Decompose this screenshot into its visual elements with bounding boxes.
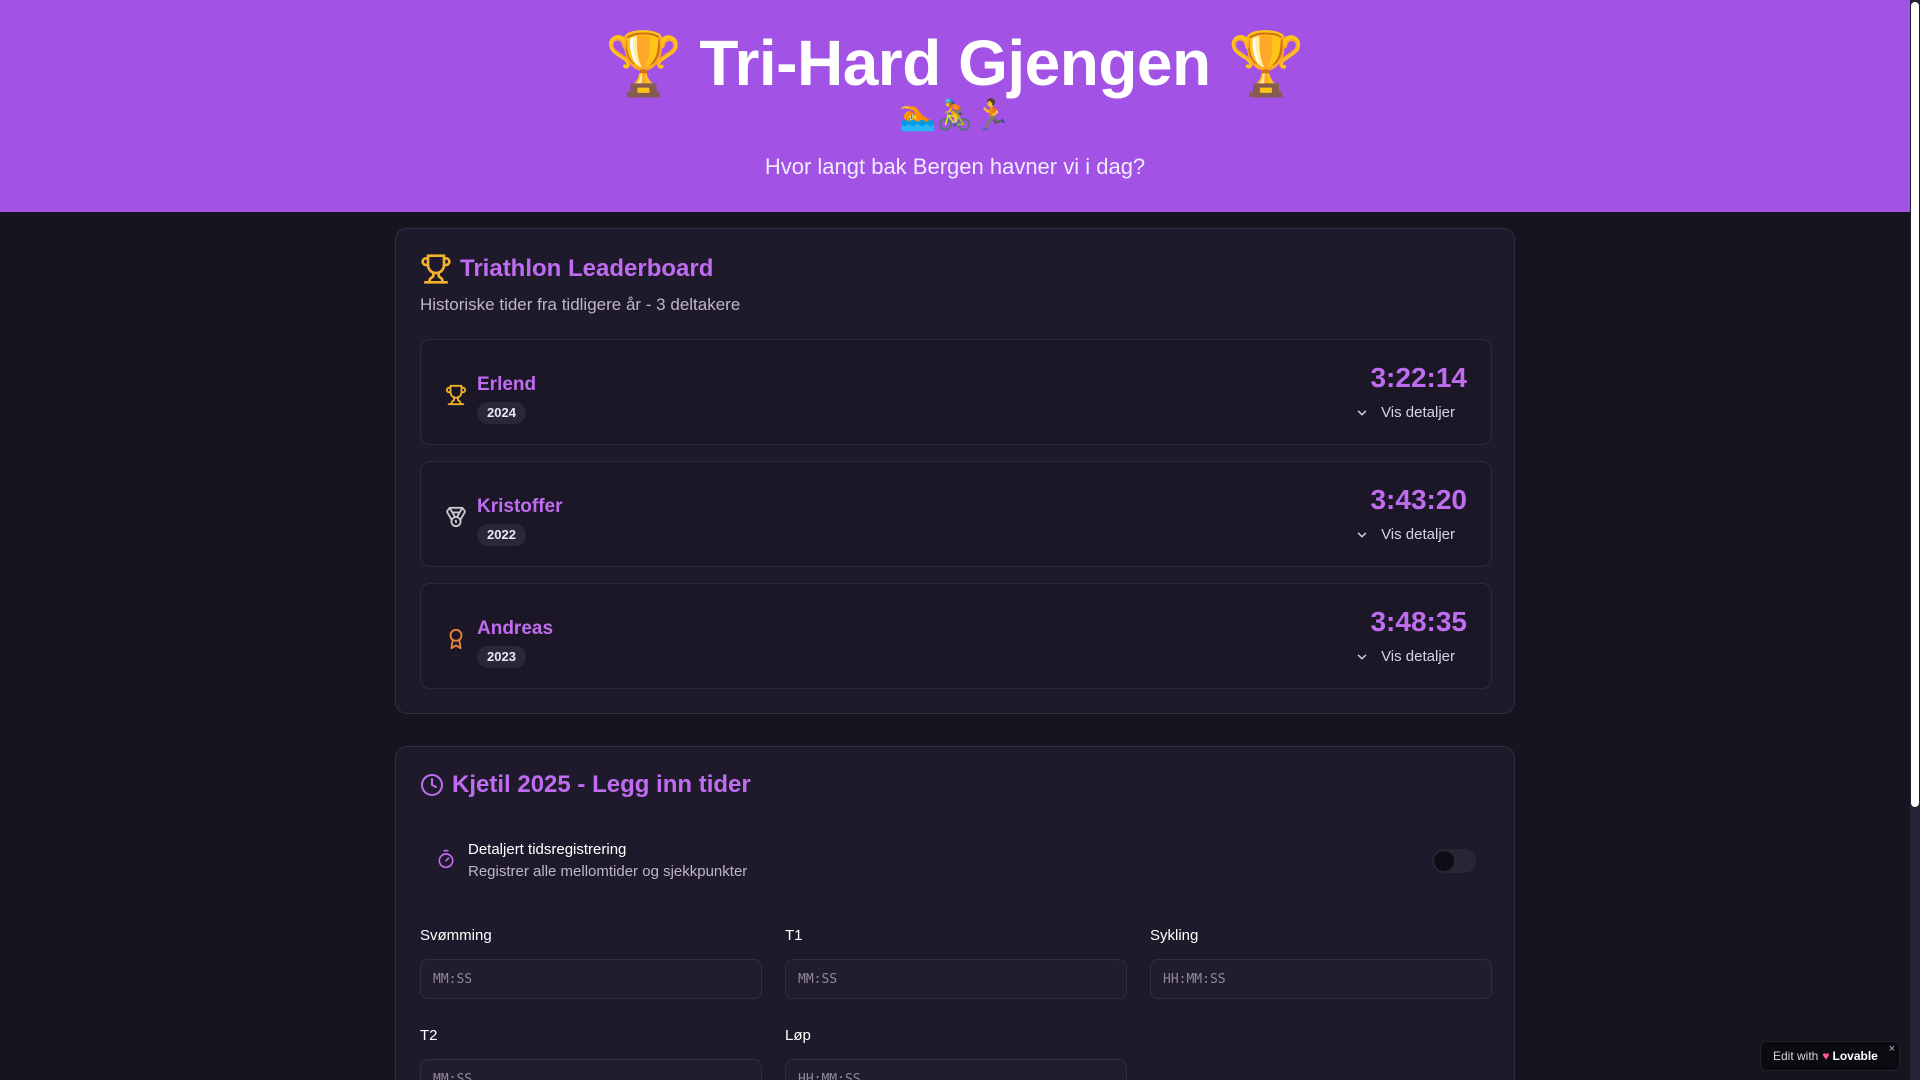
show-details-label: Vis detaljer <box>1381 404 1455 421</box>
swim-label: Svømming <box>420 927 492 944</box>
year-badge: 2024 <box>477 402 526 424</box>
show-details-button[interactable]: Vis detaljer <box>1355 648 1455 665</box>
leaderboard-row: Kristoffer 2022 3:43:20 Vis detaljer <box>420 461 1492 567</box>
close-icon[interactable]: × <box>1889 1043 1895 1055</box>
award-icon <box>449 628 463 650</box>
show-details-label: Vis detaljer <box>1381 526 1455 543</box>
show-details-label: Vis detaljer <box>1381 648 1455 665</box>
hero-title-line: 🏆 Tri-Hard Gjengen 🏆 <box>0 26 1910 101</box>
hero-header: 🏆 Tri-Hard Gjengen 🏆 🏊🚴🏃 Hvor langt bak … <box>0 0 1910 212</box>
year-badge: 2022 <box>477 524 526 546</box>
page-scrollbar[interactable] <box>1910 0 1920 1080</box>
t2-label: T2 <box>420 1027 438 1044</box>
lovable-brand-label: Lovable <box>1832 1049 1878 1063</box>
t1-label: T1 <box>785 927 803 944</box>
leaderboard-header: Triathlon Leaderboard <box>420 253 713 285</box>
lovable-brand: ♥ Lovable <box>1822 1049 1877 1063</box>
bike-label: Sykling <box>1150 927 1199 944</box>
toggle-description: Registrer alle mellomtider og sjekkpunkt… <box>468 863 748 880</box>
scrollbar-thumb[interactable] <box>1911 2 1919 807</box>
trophy-emoji-right: 🏆 <box>1227 30 1305 99</box>
leaderboard-subtitle: Historiske tider fra tidligere år - 3 de… <box>420 295 741 314</box>
leaderboard-row: Andreas 2023 3:48:35 Vis detaljer <box>420 583 1492 689</box>
chevron-down-icon <box>1357 410 1367 415</box>
total-time: 3:43:20 <box>1370 484 1467 515</box>
t1-input[interactable] <box>785 959 1127 999</box>
run-label: Løp <box>785 1027 811 1044</box>
run-input[interactable] <box>785 1059 1127 1080</box>
edit-with-label: Edit with <box>1773 1049 1819 1063</box>
leaderboard-card: Triathlon Leaderboard Historiske tider f… <box>395 228 1515 714</box>
participant-name: Erlend <box>477 374 537 395</box>
leaderboard-row: Erlend 2024 3:22:14 Vis detaljer <box>420 339 1492 445</box>
switch-knob <box>1434 851 1454 871</box>
chevron-down-icon <box>1357 532 1367 537</box>
hero-subtitle: Hvor langt bak Bergen havner vi i dag? <box>764 154 1146 179</box>
swim-input[interactable] <box>420 959 762 999</box>
total-time: 3:48:35 <box>1370 606 1467 637</box>
toggle-title: Detaljert tidsregistrering <box>468 841 627 858</box>
medal-icon <box>446 506 466 528</box>
detailed-timing-toggle-row: Detaljert tidsregistrering Registrer all… <box>420 827 1492 897</box>
chevron-down-icon <box>1357 654 1367 659</box>
participant-name: Andreas <box>477 618 554 639</box>
bike-input[interactable] <box>1150 959 1492 999</box>
clock-icon <box>421 774 443 796</box>
lovable-heart-icon: ♥ <box>1822 1049 1830 1063</box>
show-details-button[interactable]: Vis detaljer <box>1355 526 1455 543</box>
timer-icon <box>438 849 454 869</box>
trophy-emoji-left: 🏆 <box>605 30 683 99</box>
leaderboard-title: Triathlon Leaderboard <box>460 255 714 282</box>
kjetil-card: Kjetil 2025 - Legg inn tider Detaljert t… <box>395 746 1515 1080</box>
total-time: 3:22:14 <box>1370 362 1467 393</box>
trophy-icon <box>445 384 467 406</box>
sports-emojis: 🏊🚴🏃 <box>898 99 1012 132</box>
detailed-timing-switch[interactable] <box>1432 849 1476 873</box>
t2-input[interactable] <box>420 1059 762 1080</box>
kjetil-header: Kjetil 2025 - Legg inn tider <box>420 771 751 799</box>
trophy-icon <box>421 254 451 284</box>
kjetil-title: Kjetil 2025 - Legg inn tider <box>452 771 751 798</box>
edit-with-lovable-badge[interactable]: Edit with ♥ Lovable × <box>1760 1041 1900 1071</box>
page-title: Tri-Hard Gjengen <box>699 27 1211 99</box>
year-badge: 2023 <box>477 646 526 668</box>
participant-name: Kristoffer <box>477 496 563 517</box>
show-details-button[interactable]: Vis detaljer <box>1355 404 1455 421</box>
